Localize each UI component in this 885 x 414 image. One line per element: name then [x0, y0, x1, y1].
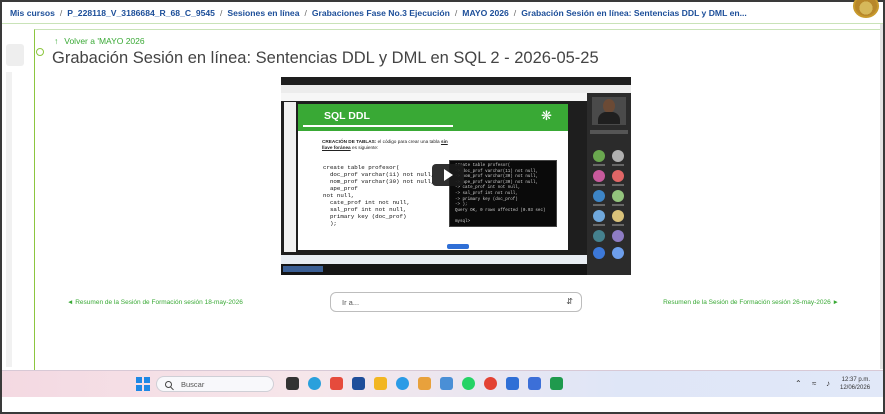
participant-label — [612, 204, 624, 206]
windows-taskbar: Buscar ⌃ ≈ ♪ 12:37 p.m. 12/06/2026 — [2, 370, 883, 397]
shield-icon[interactable] — [330, 377, 343, 390]
participant-avatar — [612, 190, 624, 202]
participant-label — [593, 184, 605, 186]
timeline-node-icon — [36, 48, 44, 56]
participant-avatar — [612, 247, 624, 259]
breadcrumb-item-mis-cursos[interactable]: Mis cursos — [10, 8, 55, 18]
slide-text-end: es siguiente: — [350, 145, 379, 151]
participant-avatar — [593, 190, 605, 202]
app-icon[interactable] — [418, 377, 431, 390]
taskbar-clock[interactable]: 12:37 p.m. 12/06/2026 — [840, 376, 870, 392]
left-drawer-scrollbar[interactable] — [6, 72, 12, 367]
slide-text-rest: el código para crear una tabla — [376, 139, 441, 144]
edge-icon[interactable] — [308, 377, 321, 390]
participant-label — [593, 224, 605, 226]
taskbar-search-input[interactable]: Buscar — [156, 376, 274, 392]
select-caret-icon: ⇵ — [566, 297, 573, 306]
whatsapp-icon[interactable] — [462, 377, 475, 390]
taskbar-time: 12:37 p.m. — [841, 377, 871, 383]
video-bottom-strip — [281, 264, 587, 275]
chrome-icon[interactable] — [484, 377, 497, 390]
participant-avatar — [593, 170, 605, 182]
search-icon — [165, 380, 172, 388]
video-browser-toolbar — [281, 93, 631, 101]
video-bottom-tag — [283, 266, 323, 272]
video-slide-header-accent — [303, 125, 453, 127]
video-player[interactable]: SQL DDL ❋ CREACIÓN DE TABLAS: el código … — [281, 77, 631, 275]
breadcrumb-item-grabaciones[interactable]: Grabaciones Fase No.3 Ejecución — [312, 8, 450, 18]
photos-icon[interactable] — [440, 377, 453, 390]
breadcrumb-item-sesiones[interactable]: Sesiones en línea — [227, 8, 299, 18]
video-speaker-head — [603, 99, 615, 113]
participant-avatar — [593, 230, 605, 242]
word-icon[interactable] — [528, 377, 541, 390]
video-slide-thumbnails — [284, 102, 296, 252]
arrow-up-icon: ↑ — [54, 36, 59, 46]
participant-label — [612, 184, 624, 186]
video-inner-button — [447, 244, 469, 249]
breadcrumb-separator: / — [513, 7, 517, 18]
breadcrumb-separator: / — [59, 7, 63, 18]
folder-icon[interactable] — [374, 377, 387, 390]
task-view-icon[interactable] — [286, 377, 299, 390]
participant-avatar — [612, 210, 624, 222]
video-slide-title: SQL DDL — [324, 110, 370, 122]
video-terminal-text: create table profesor( -> doc_prof varch… — [455, 164, 546, 224]
chevron-up-icon[interactable]: ⌃ — [795, 379, 802, 388]
outlook-icon[interactable] — [506, 377, 519, 390]
excel-icon[interactable] — [550, 377, 563, 390]
back-link-label: Volver a 'MAYO 2026 — [64, 36, 145, 46]
back-link[interactable]: ↑ Volver a 'MAYO 2026 — [54, 36, 145, 46]
participant-avatar — [612, 170, 624, 182]
taskbar-search-placeholder: Buscar — [181, 379, 205, 389]
taskbar-date: 12/06/2026 — [840, 385, 871, 391]
browser-icon[interactable] — [396, 377, 409, 390]
sena-logo-icon: ❋ — [541, 108, 552, 123]
breadcrumb-item-course[interactable]: P_228118_V_3186684_R_68_C_9545 — [67, 8, 215, 18]
store-icon[interactable] — [352, 377, 365, 390]
jump-select-value: Ir a... — [342, 297, 360, 307]
page-scrollbar[interactable] — [880, 24, 883, 369]
previous-activity-link[interactable]: ◄ Resumen de la Sesión de Formación sesi… — [67, 299, 243, 306]
windows-start-icon[interactable] — [136, 377, 150, 391]
participant-avatar — [593, 247, 605, 259]
participant-avatar — [593, 150, 605, 162]
next-activity-link[interactable]: Resumen de la Sesión de Formación sesión… — [663, 299, 839, 306]
video-speaker-tag — [590, 130, 628, 134]
video-speaker-body — [598, 112, 620, 124]
breadcrumb-item-mayo[interactable]: MAYO 2026 — [462, 8, 509, 18]
participant-label — [612, 164, 624, 166]
participant-avatar — [593, 210, 605, 222]
page-title: Grabación Sesión en línea: Sentencias DD… — [52, 49, 599, 67]
play-icon — [443, 169, 453, 181]
breadcrumb: Mis cursos / P_228118_V_3186684_R_68_C_9… — [2, 2, 883, 24]
slide-text-lead: CREACIÓN DE TABLAS: — [322, 139, 377, 144]
breadcrumb-item-current[interactable]: Grabación Sesión en línea: Sentencias DD… — [521, 8, 747, 18]
wifi-icon[interactable]: ≈ — [812, 379, 816, 388]
participant-avatar — [612, 230, 624, 242]
jump-to-activity-select[interactable]: Ir a... ⇵ — [330, 292, 582, 312]
participant-label — [612, 224, 624, 226]
participant-label — [593, 204, 605, 206]
breadcrumb-separator: / — [454, 7, 458, 18]
breadcrumb-separator: / — [304, 7, 307, 18]
participant-avatar — [612, 150, 624, 162]
speaker-icon[interactable]: ♪ — [826, 379, 830, 388]
video-inner-taskbar — [281, 255, 587, 264]
breadcrumb-separator: / — [219, 7, 223, 18]
participant-label — [593, 164, 605, 166]
video-slide-text: CREACIÓN DE TABLAS: el código para crear… — [322, 139, 452, 152]
video-slide-code: create table profesor( doc_prof varchar(… — [323, 164, 435, 227]
video-play-button[interactable] — [432, 164, 464, 186]
drawer-toggle[interactable] — [6, 44, 24, 66]
